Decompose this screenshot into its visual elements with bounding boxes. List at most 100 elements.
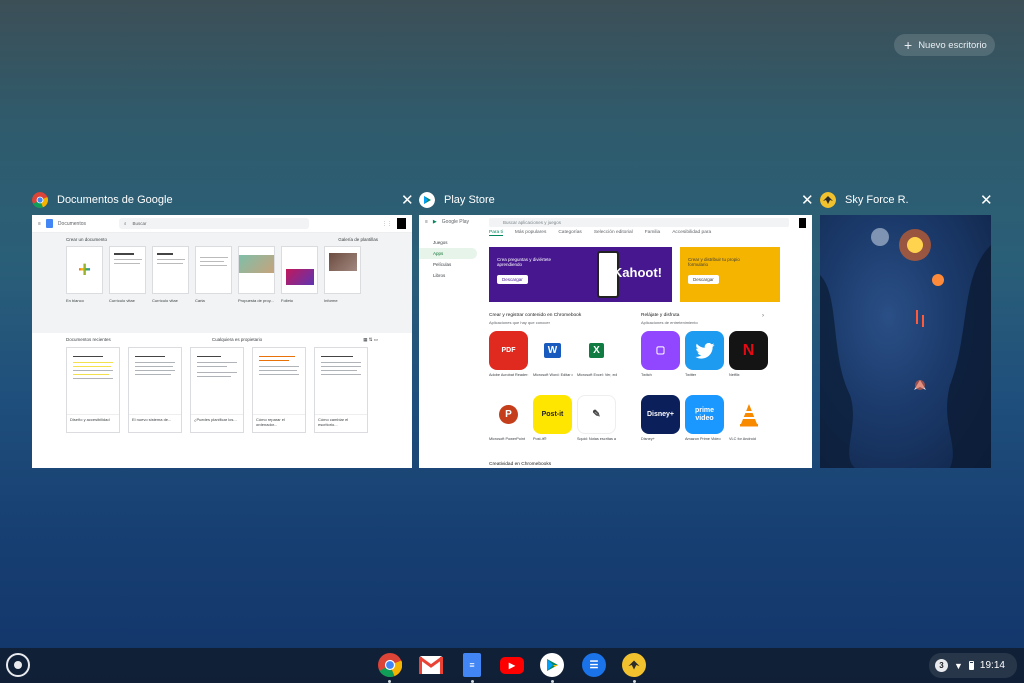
template-resume-2[interactable]: Currículo vitae xyxy=(152,246,189,303)
docs-recent-section: Documentos recientes Cualquiera es propi… xyxy=(32,333,412,437)
app-tile-word[interactable]: W Microsoft Word: Editar documentos xyxy=(533,331,573,378)
search-icon: ⌕ xyxy=(124,221,127,226)
window-title: Sky Force R. xyxy=(845,194,909,206)
template-resume-1[interactable]: Currículo vitae xyxy=(109,246,146,303)
sky-force-window-preview[interactable] xyxy=(820,215,991,468)
twitter-icon xyxy=(685,331,724,370)
template-brochure[interactable]: Folleto xyxy=(281,246,318,303)
app-tile-acrobat[interactable]: PDF Adobe Acrobat Reader: Editor de PDF xyxy=(489,331,529,378)
apps-grid-icon[interactable]: ⋮⋮ xyxy=(382,221,392,227)
app-tile-squid[interactable]: ✎ Squid: Notas escritas a mano xyxy=(577,395,617,442)
banner-download-button[interactable]: Descargar xyxy=(688,275,719,284)
close-icon[interactable]: ✕ xyxy=(401,193,414,208)
section-title: Crear y registrar contenido en Chromeboo… xyxy=(489,313,582,318)
template-report[interactable]: Informe xyxy=(324,246,361,303)
window-title: Play Store xyxy=(444,194,495,206)
app-tile-twitch[interactable]: ▢ Twitch xyxy=(641,331,681,378)
app-tile-disney[interactable]: Disney+ Disney+ xyxy=(641,395,681,442)
play-store-icon xyxy=(419,192,435,208)
app-tile-postit[interactable]: Post-it Post-it® xyxy=(533,395,573,442)
docs-window-preview[interactable]: ≡ Documentos ⌕ Buscar ⋮⋮ Crear un docume… xyxy=(32,215,412,468)
menu-icon[interactable]: ≡ xyxy=(425,219,428,225)
kahoot-logo: Kahoot! xyxy=(612,265,662,280)
section-subtitle: Aplicaciones de entretenimiento xyxy=(641,320,698,325)
shelf-gmail-icon[interactable] xyxy=(419,656,443,674)
sidebar-item-games[interactable]: Juegos xyxy=(419,237,477,248)
app-tile-prime-video[interactable]: prime video Amazon Prime Video xyxy=(685,395,725,442)
promo-banner-2[interactable]: Crear y distribuir tu propio formulario … xyxy=(680,247,780,302)
play-store-window-preview[interactable]: ≡ ▶ Google Play Buscar aplicaciones y ju… xyxy=(419,215,812,468)
postit-icon: Post-it xyxy=(533,395,572,434)
recent-doc-card[interactable]: El nuevo sistema de... xyxy=(128,347,182,433)
app-tile-netflix[interactable]: N Netflix xyxy=(729,331,769,378)
recent-doc-card[interactable]: Diseño y accesibilidad xyxy=(66,347,120,433)
avatar[interactable] xyxy=(397,218,406,229)
window-header-docs[interactable]: Documentos de Google xyxy=(32,192,173,208)
menu-icon[interactable]: ≡ xyxy=(38,221,41,227)
sidebar-item-movies[interactable]: Películas xyxy=(419,259,477,270)
shelf-play-store-icon[interactable] xyxy=(540,653,564,677)
tab-editors[interactable]: Selección editorial xyxy=(594,230,633,236)
powerpoint-icon: P xyxy=(489,395,528,434)
avatar[interactable] xyxy=(799,218,806,228)
window-header-game[interactable]: Sky Force R. xyxy=(820,192,909,208)
app-tile-twitter[interactable]: Twitter xyxy=(685,331,725,378)
tab-accessibility[interactable]: Accesibilidad para xyxy=(672,230,711,236)
docs-logo-icon xyxy=(45,219,53,228)
shelf-messages-icon[interactable]: ☰ xyxy=(582,653,606,677)
play-tabs: Para ti Más populares Categorías Selecci… xyxy=(489,230,711,236)
sidebar-item-books[interactable]: Libros xyxy=(419,270,477,281)
close-icon[interactable]: ✕ xyxy=(801,193,814,208)
view-options-icon[interactable]: ▦ ⇅ ▭ xyxy=(363,337,378,343)
template-letter[interactable]: Carta xyxy=(195,246,232,303)
new-desk-label: Nuevo escritorio xyxy=(918,39,987,51)
plus-icon: + xyxy=(78,257,91,282)
chevron-right-icon[interactable]: › xyxy=(762,313,764,319)
app-tile-powerpoint[interactable]: P Microsoft PowerPoint xyxy=(489,395,529,442)
docs-topbar: ≡ Documentos ⌕ Buscar ⋮⋮ xyxy=(32,215,412,233)
play-logo-icon: ▶ xyxy=(432,219,437,225)
banner-download-button[interactable]: Descargar xyxy=(497,275,528,284)
recent-doc-card[interactable]: Cómo reparar el ordenador... xyxy=(252,347,306,433)
new-desk-button[interactable]: + Nuevo escritorio xyxy=(894,34,995,56)
window-title: Documentos de Google xyxy=(57,194,173,206)
template-project-proposal[interactable]: Propuesta de proy... xyxy=(238,246,275,303)
wifi-icon: ▼ xyxy=(954,660,963,671)
docs-search-input[interactable]: ⌕ Buscar xyxy=(119,218,309,229)
close-icon[interactable]: ✕ xyxy=(980,193,993,208)
shelf-youtube-icon[interactable]: ▶ xyxy=(500,657,524,674)
app-tile-excel[interactable]: X Microsoft Excel: Ver, editar xyxy=(577,331,617,378)
status-tray[interactable]: 3 ▼ 19:14 xyxy=(929,653,1017,678)
play-search-input[interactable]: Buscar aplicaciones y juegos xyxy=(489,218,789,227)
prime-video-icon: prime video xyxy=(685,395,724,434)
template-blank[interactable]: + En blanco xyxy=(66,246,103,303)
tab-for-you[interactable]: Para ti xyxy=(489,230,503,236)
word-icon: W xyxy=(533,331,572,370)
shelf-sky-force-icon[interactable] xyxy=(622,653,646,677)
owner-filter-dropdown[interactable]: Cualquiera es propietario xyxy=(212,337,262,343)
tab-categories[interactable]: Categorías xyxy=(558,230,581,236)
section-title: Creatividad en Chromebooks xyxy=(489,462,552,467)
section-title: Relájate y disfruta xyxy=(641,313,680,318)
app-tile-vlc[interactable]: VLC for Android xyxy=(729,395,769,442)
tab-top[interactable]: Más populares xyxy=(515,230,546,236)
sidebar-item-apps[interactable]: Apps xyxy=(419,248,477,259)
tab-family[interactable]: Familia xyxy=(645,230,660,236)
shelf-chrome-icon[interactable] xyxy=(378,653,402,677)
template-gallery-link[interactable]: Galería de plantillas xyxy=(338,237,378,242)
promo-banner-kahoot[interactable]: Crea preguntas y diviértete aprendiendo … xyxy=(489,247,672,302)
docs-app-name: Documentos xyxy=(57,220,86,227)
recent-docs-label: Documentos recientes xyxy=(66,337,111,342)
recent-doc-card[interactable]: ¿Puedes planificar los... xyxy=(190,347,244,433)
chrome-icon xyxy=(32,192,48,208)
recent-doc-card[interactable]: Cómo cambiar el escritorio... xyxy=(314,347,368,433)
vlc-icon xyxy=(729,395,768,434)
shelf-docs-icon[interactable]: ≡ xyxy=(463,653,481,677)
window-header-play[interactable]: Play Store xyxy=(419,192,495,208)
launcher-button[interactable] xyxy=(6,653,30,677)
game-scene xyxy=(820,228,991,468)
battery-icon xyxy=(968,661,974,670)
disney-plus-icon: Disney+ xyxy=(641,395,680,434)
play-brand: Google Play xyxy=(441,219,470,225)
netflix-icon: N xyxy=(729,331,768,370)
